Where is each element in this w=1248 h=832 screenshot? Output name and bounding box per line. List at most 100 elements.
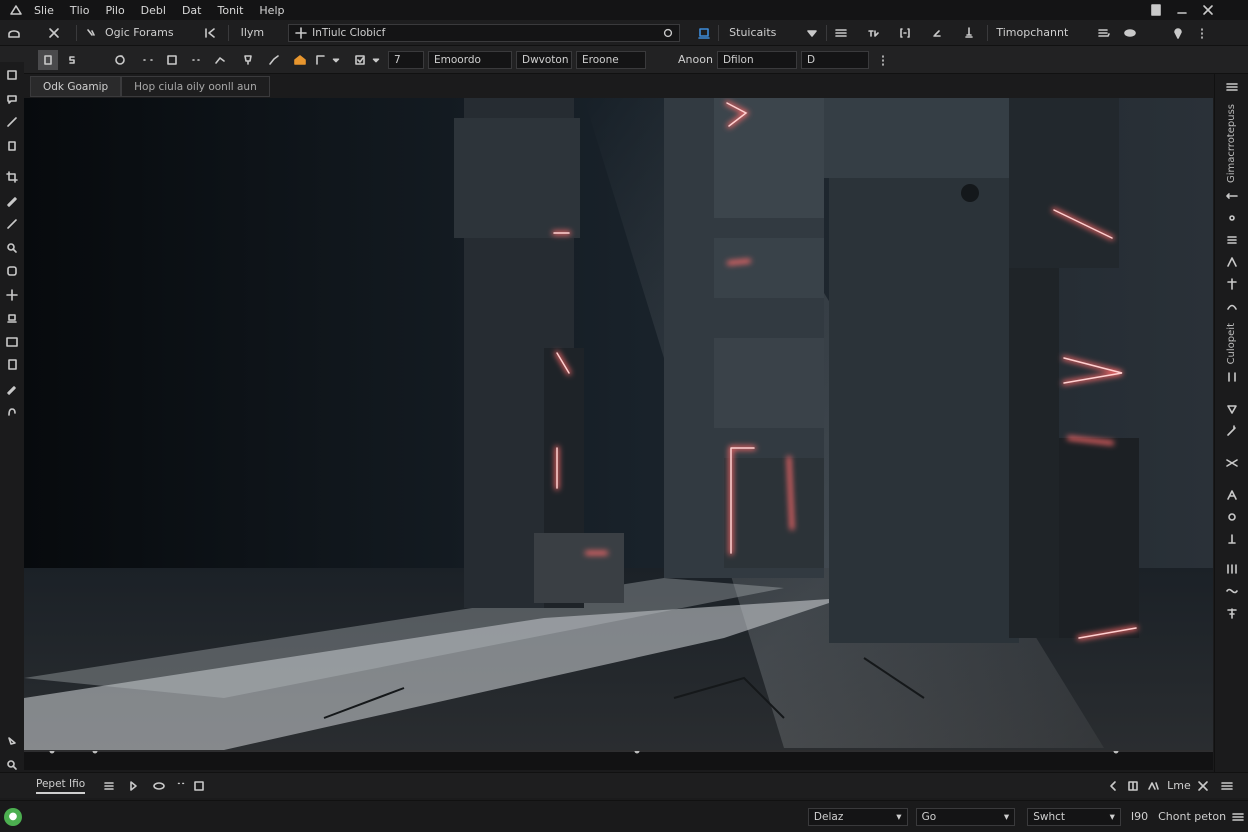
- list-view-icon[interactable]: [99, 777, 119, 795]
- menu-tlio[interactable]: Tlio: [62, 4, 98, 17]
- text-tool-icon[interactable]: [1222, 486, 1242, 504]
- tag-icon[interactable]: [863, 24, 883, 42]
- dfilon-field[interactable]: Dfilon: [716, 50, 797, 69]
- line-label[interactable]: Lme: [1167, 779, 1191, 792]
- arc-icon[interactable]: [1222, 297, 1242, 315]
- split-icon[interactable]: [1222, 275, 1242, 293]
- window-icon[interactable]: [2, 333, 22, 351]
- link-icon[interactable]: [81, 24, 101, 42]
- d-field[interactable]: D: [800, 50, 869, 69]
- eroone-field[interactable]: Eroone: [576, 50, 646, 69]
- menu-slie[interactable]: Slie: [26, 4, 62, 17]
- mode-s-icon[interactable]: [62, 51, 82, 69]
- lasso-icon[interactable]: [2, 239, 22, 257]
- copy-icon[interactable]: [2, 356, 22, 374]
- pointer-alt-icon[interactable]: [1222, 400, 1242, 418]
- bracket-icon[interactable]: [895, 24, 915, 42]
- play-icon[interactable]: [123, 777, 143, 795]
- location-icon[interactable]: [1168, 24, 1188, 42]
- emoordo-field[interactable]: Emoordo: [428, 50, 512, 69]
- menu-tonit[interactable]: Tonit: [209, 4, 251, 17]
- save-icon[interactable]: [189, 777, 209, 795]
- menu-pilo[interactable]: Pilo: [97, 4, 132, 17]
- checkbox-icon[interactable]: [350, 51, 370, 69]
- tab-odk-goamip[interactable]: Odk Goamip: [30, 76, 122, 97]
- dropdown-small-icon[interactable]: [330, 51, 342, 69]
- dropdown-delaz[interactable]: Delaz ▾: [807, 807, 908, 826]
- cloud-icon[interactable]: [1120, 24, 1140, 42]
- window-menu-icon[interactable]: [1146, 1, 1166, 19]
- preset-label[interactable]: Ogic Forams: [105, 26, 174, 39]
- render-viewport[interactable]: [24, 98, 1213, 750]
- minimize-icon[interactable]: [1172, 1, 1192, 19]
- layer-icon[interactable]: [2, 137, 22, 155]
- list-options-icon[interactable]: [1094, 24, 1114, 42]
- layout-icon[interactable]: [1123, 777, 1143, 795]
- menu-debl[interactable]: Debl: [133, 4, 174, 17]
- pin-icon[interactable]: [959, 24, 979, 42]
- link-chain-icon[interactable]: [149, 777, 169, 795]
- chevron-left-icon[interactable]: [1103, 777, 1123, 795]
- brush-icon[interactable]: [927, 24, 947, 42]
- wave-icon[interactable]: [1222, 582, 1242, 600]
- grid-settings-icon[interactable]: [1222, 560, 1242, 578]
- select-tool-icon[interactable]: [38, 49, 58, 70]
- pencil-icon[interactable]: [2, 192, 22, 210]
- dropdown-go[interactable]: Go ▾: [915, 807, 1016, 826]
- chat-icon[interactable]: [2, 90, 22, 108]
- search-clear-icon[interactable]: [662, 25, 674, 41]
- panel-label-2[interactable]: Culopeit: [1226, 323, 1237, 364]
- fx-icon[interactable]: [1143, 777, 1163, 795]
- shuffle-icon[interactable]: [1222, 454, 1242, 472]
- dropdown-arrow-icon[interactable]: [802, 24, 822, 42]
- menu-dat[interactable]: Dat: [174, 4, 210, 17]
- home-orange-icon[interactable]: [290, 51, 310, 69]
- dots-small-icon[interactable]: [175, 777, 187, 795]
- more-horizontal-icon[interactable]: [138, 51, 158, 69]
- brush-tool-icon[interactable]: [2, 215, 22, 233]
- sparkle-icon[interactable]: [2, 286, 22, 304]
- paint-icon[interactable]: [210, 51, 230, 69]
- menu-label[interactable]: Timopchannt: [996, 26, 1068, 39]
- dropdown-swhct[interactable]: Swhct ▾: [1027, 807, 1121, 826]
- dwvoton-field[interactable]: Dwvoton: [516, 50, 572, 69]
- transform-icon[interactable]: [2, 66, 22, 84]
- list-icon[interactable]: [831, 24, 851, 42]
- search-input[interactable]: InTiulc Clobicf: [288, 23, 681, 42]
- frame-icon[interactable]: [162, 51, 182, 69]
- upload-icon[interactable]: [1222, 530, 1242, 548]
- tab-pepet-ifio[interactable]: Pepet Ifio: [36, 778, 86, 794]
- tab-hop-ciula[interactable]: Hop ciula oily oonll aun: [121, 76, 270, 97]
- menu-alt-icon[interactable]: [1217, 777, 1237, 795]
- path-icon[interactable]: [264, 51, 284, 69]
- menu-status-icon[interactable]: [1228, 808, 1248, 826]
- trophy-icon[interactable]: [238, 51, 258, 69]
- number-field[interactable]: 7: [388, 50, 424, 69]
- pen-icon[interactable]: [2, 113, 22, 131]
- corner-icon[interactable]: [310, 51, 330, 69]
- timeline[interactable]: [24, 748, 1213, 770]
- panel-label-1[interactable]: Gimacrrotepuss: [1226, 104, 1237, 183]
- pointer-icon[interactable]: [2, 733, 22, 751]
- menu-icon[interactable]: [1222, 78, 1242, 96]
- dots-icon[interactable]: [186, 51, 206, 69]
- magic-icon[interactable]: [1222, 422, 1242, 440]
- monitor-icon[interactable]: [694, 24, 714, 42]
- layers-panel-icon[interactable]: [1222, 231, 1242, 249]
- close-panel-icon[interactable]: [1193, 777, 1213, 795]
- stamp-icon[interactable]: [2, 309, 22, 327]
- more-vertical-icon[interactable]: [873, 51, 893, 69]
- circle-small-icon[interactable]: [1222, 209, 1242, 227]
- mode-label[interactable]: Ilym: [241, 26, 265, 39]
- stretch-icon[interactable]: [1222, 187, 1242, 205]
- align-icon[interactable]: [1222, 604, 1242, 622]
- hand-icon[interactable]: [2, 403, 22, 421]
- tone-icon[interactable]: [1222, 508, 1242, 526]
- crop-icon[interactable]: [2, 168, 22, 186]
- home-icon[interactable]: [4, 24, 24, 42]
- setting-label[interactable]: Stuicaits: [729, 26, 776, 39]
- shape-icon[interactable]: [2, 262, 22, 280]
- adjust-icon[interactable]: [1222, 368, 1242, 386]
- menu-help[interactable]: Help: [251, 4, 292, 17]
- eyedropper-icon[interactable]: [2, 380, 22, 398]
